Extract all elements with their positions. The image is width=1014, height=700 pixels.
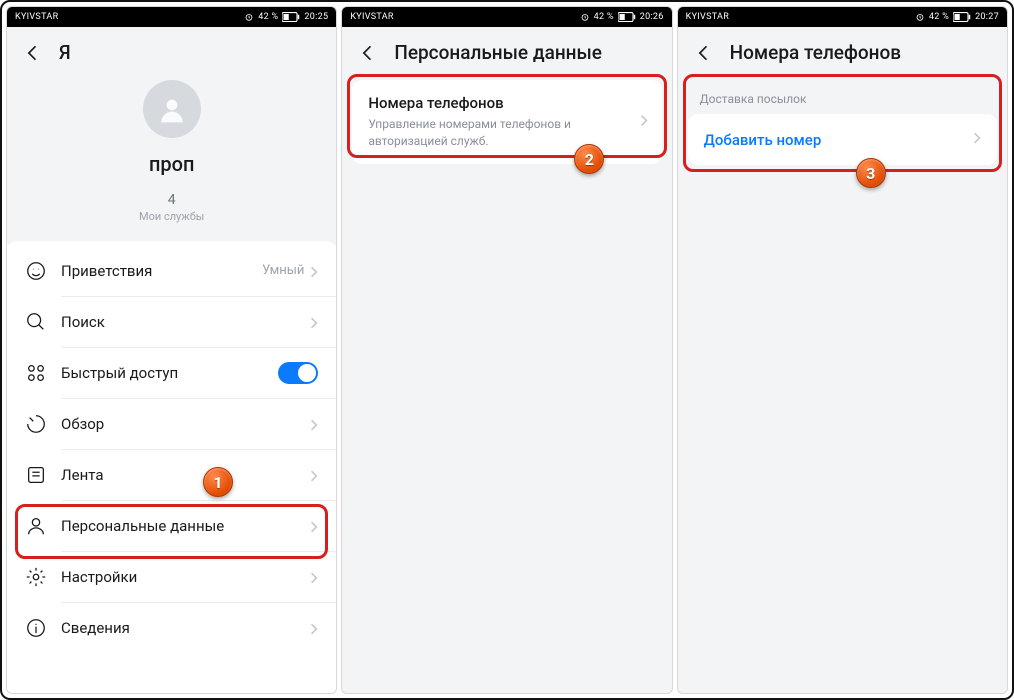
row-label: Лента [61,466,310,484]
status-bar: KYIVSTAR 42 % 20:25 [7,7,336,27]
chevron-right-icon [310,621,318,635]
profile-sub: Мои службы [139,210,204,223]
clock: 20:25 [304,12,328,22]
screen-personal-data: KYIVSTAR 42 % 20:26 Персональные данные … [341,6,672,694]
row-label: Сведения [61,619,310,637]
row-label: Настройки [61,568,310,586]
link-text: Добавить номер [704,131,822,149]
row-label: Приветствия [61,262,262,280]
header: Номера телефонов [678,27,1007,76]
menu-list: Приветствия Умный Поиск Быстрый доступ О… [7,241,336,693]
carrier-label: KYIVSTAR [15,12,58,22]
page-title: Персональные данные [394,41,602,64]
chevron-right-icon [640,112,648,131]
step-badge-3: 3 [856,158,886,188]
step-badge-2: 2 [574,144,604,174]
profile-name: проп [149,152,194,176]
back-button[interactable] [358,43,378,63]
page-title: Я [59,41,71,64]
chevron-right-icon [310,570,318,584]
back-button[interactable] [694,43,714,63]
row-value: Умный [262,263,304,278]
step-badge-1: 1 [203,467,233,497]
chevron-right-icon [310,519,318,533]
screen-phone-numbers: KYIVSTAR 42 % 20:27 Номера телефонов Дос… [677,6,1008,694]
back-button[interactable] [23,43,43,63]
row-label: Персональные данные [61,517,310,535]
row-add-number[interactable]: Добавить номер [688,114,997,165]
row-feed[interactable]: Лента [7,449,336,500]
battery-pct: 42 % [594,12,614,22]
chevron-right-icon [310,468,318,482]
chevron-right-icon [310,264,318,278]
card-phone-numbers[interactable]: Номера телефонов Управление номерами тел… [352,80,661,164]
header: Я [7,27,336,76]
status-bar: KYIVSTAR 42 % 20:26 [342,7,671,27]
browse-icon [25,413,47,435]
row-label: Обзор [61,415,310,433]
smiley-icon [25,260,47,282]
header: Персональные данные [342,27,671,76]
battery-icon [618,12,636,22]
alarm-icon [580,12,590,22]
row-overview[interactable]: Обзор [7,398,336,449]
toggle-switch[interactable] [278,362,318,384]
feed-icon [25,464,47,486]
battery-pct: 42 % [929,12,949,22]
row-personal-data[interactable]: Персональные данные [7,500,336,551]
status-bar: KYIVSTAR 42 % 20:27 [678,7,1007,27]
search-icon [25,311,47,333]
grid-icon [25,362,47,384]
battery-pct: 42 % [258,12,278,22]
carrier-label: KYIVSTAR [686,12,729,22]
chevron-right-icon [310,315,318,329]
info-icon [25,617,47,639]
page-title: Номера телефонов [730,41,901,64]
row-label: Быстрый доступ [61,364,278,382]
alarm-icon [244,12,254,22]
row-greetings[interactable]: Приветствия Умный [7,245,336,296]
carrier-label: KYIVSTAR [350,12,393,22]
clock: 20:27 [975,12,999,22]
alarm-icon [915,12,925,22]
battery-icon [282,12,300,22]
profile-block: проп 4 Мои службы [7,76,336,241]
clock: 20:26 [640,12,664,22]
row-search[interactable]: Поиск [7,296,336,347]
row-label: Поиск [61,313,310,331]
avatar[interactable] [143,80,201,138]
profile-count: 4 [168,192,176,208]
gear-icon [25,566,47,588]
row-quick-access[interactable]: Быстрый доступ [7,347,336,398]
chevron-right-icon [973,130,981,149]
row-about[interactable]: Сведения [7,602,336,653]
screen-profile: KYIVSTAR 42 % 20:25 Я проп 4 Мои службы [6,6,337,694]
chevron-right-icon [310,417,318,431]
battery-icon [953,12,971,22]
card-title: Номера телефонов [368,94,645,112]
row-settings[interactable]: Настройки [7,551,336,602]
section-label: Доставка посылок [678,76,1007,114]
card-subtitle: Управление номерами телефонов и авториза… [368,116,645,150]
person-icon [25,515,47,537]
